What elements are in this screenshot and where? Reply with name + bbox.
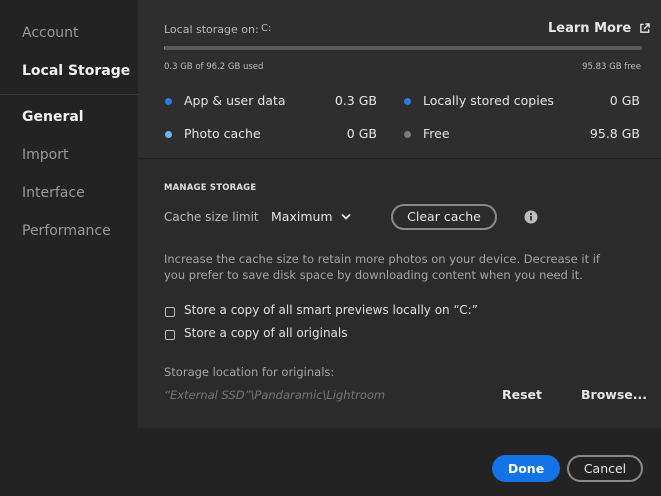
local-storage-label: Local storage on: (164, 23, 259, 36)
free-text: 95.83 GB free (582, 62, 641, 72)
cache-size-label: Cache size limit (164, 210, 259, 224)
storage-summary: Local storage on: C: Learn More 0.3 GB o… (138, 0, 661, 159)
cancel-button[interactable]: Cancel (567, 455, 643, 482)
info-icon[interactable] (524, 210, 538, 224)
sidebar-divider (0, 94, 138, 95)
sidebar-item-interface[interactable]: Interface (22, 185, 85, 201)
local-copies-legend-dot (404, 98, 411, 105)
app-data-label: App & user data (184, 93, 286, 108)
sidebar-item-import[interactable]: Import (22, 147, 68, 163)
chevron-down-icon (340, 213, 351, 220)
drive-letter: C: (261, 23, 272, 34)
learn-more-label: Learn More (548, 21, 632, 36)
storage-usage-bar (164, 46, 642, 50)
smart-previews-checkbox[interactable] (165, 307, 175, 317)
originals-checkbox-label[interactable]: Store a copy of all originals (184, 326, 348, 340)
main-panel: Local storage on: C: Learn More 0.3 GB o… (138, 0, 661, 428)
local-copies-value: 0 GB (609, 93, 640, 108)
cache-size-value: Maximum (271, 209, 333, 224)
learn-more-link[interactable]: Learn More (548, 21, 650, 36)
storage-usage-fill (164, 46, 166, 50)
cache-description: Increase the cache size to retain more p… (164, 252, 600, 282)
done-button[interactable]: Done (492, 455, 560, 482)
storage-location-label: Storage location for originals: (164, 365, 335, 379)
app-data-legend-dot (165, 98, 172, 105)
sidebar: Account Local Storage General Import Int… (0, 0, 138, 496)
browse-button[interactable]: Browse... (581, 387, 647, 402)
sidebar-item-account[interactable]: Account (22, 25, 79, 41)
storage-location-path: “External SSD”\Pandaramic\Lightroom (164, 388, 386, 402)
originals-checkbox[interactable] (165, 330, 175, 340)
photo-cache-label: Photo cache (184, 126, 261, 141)
cache-size-select[interactable]: Maximum (271, 209, 351, 224)
smart-previews-checkbox-label[interactable]: Store a copy of all smart previews local… (184, 303, 478, 317)
sidebar-item-performance[interactable]: Performance (22, 223, 111, 239)
free-legend-dot (404, 131, 411, 138)
sidebar-item-local-storage[interactable]: Local Storage (22, 63, 130, 79)
free-label: Free (423, 126, 450, 141)
local-copies-label: Locally stored copies (423, 93, 554, 108)
app-data-value: 0.3 GB (334, 93, 377, 108)
photo-cache-value: 0 GB (346, 126, 377, 141)
reset-button[interactable]: Reset (502, 387, 542, 402)
sidebar-item-general[interactable]: General (22, 109, 84, 125)
preferences-dialog: Account Local Storage General Import Int… (0, 0, 661, 496)
manage-storage-heading: MANAGE STORAGE (164, 183, 257, 193)
external-link-icon (640, 23, 650, 33)
photo-cache-legend-dot (165, 131, 172, 138)
used-text: 0.3 GB of 96.2 GB used (164, 62, 264, 72)
free-value: 95.8 GB (589, 126, 640, 141)
clear-cache-button[interactable]: Clear cache (391, 204, 497, 230)
